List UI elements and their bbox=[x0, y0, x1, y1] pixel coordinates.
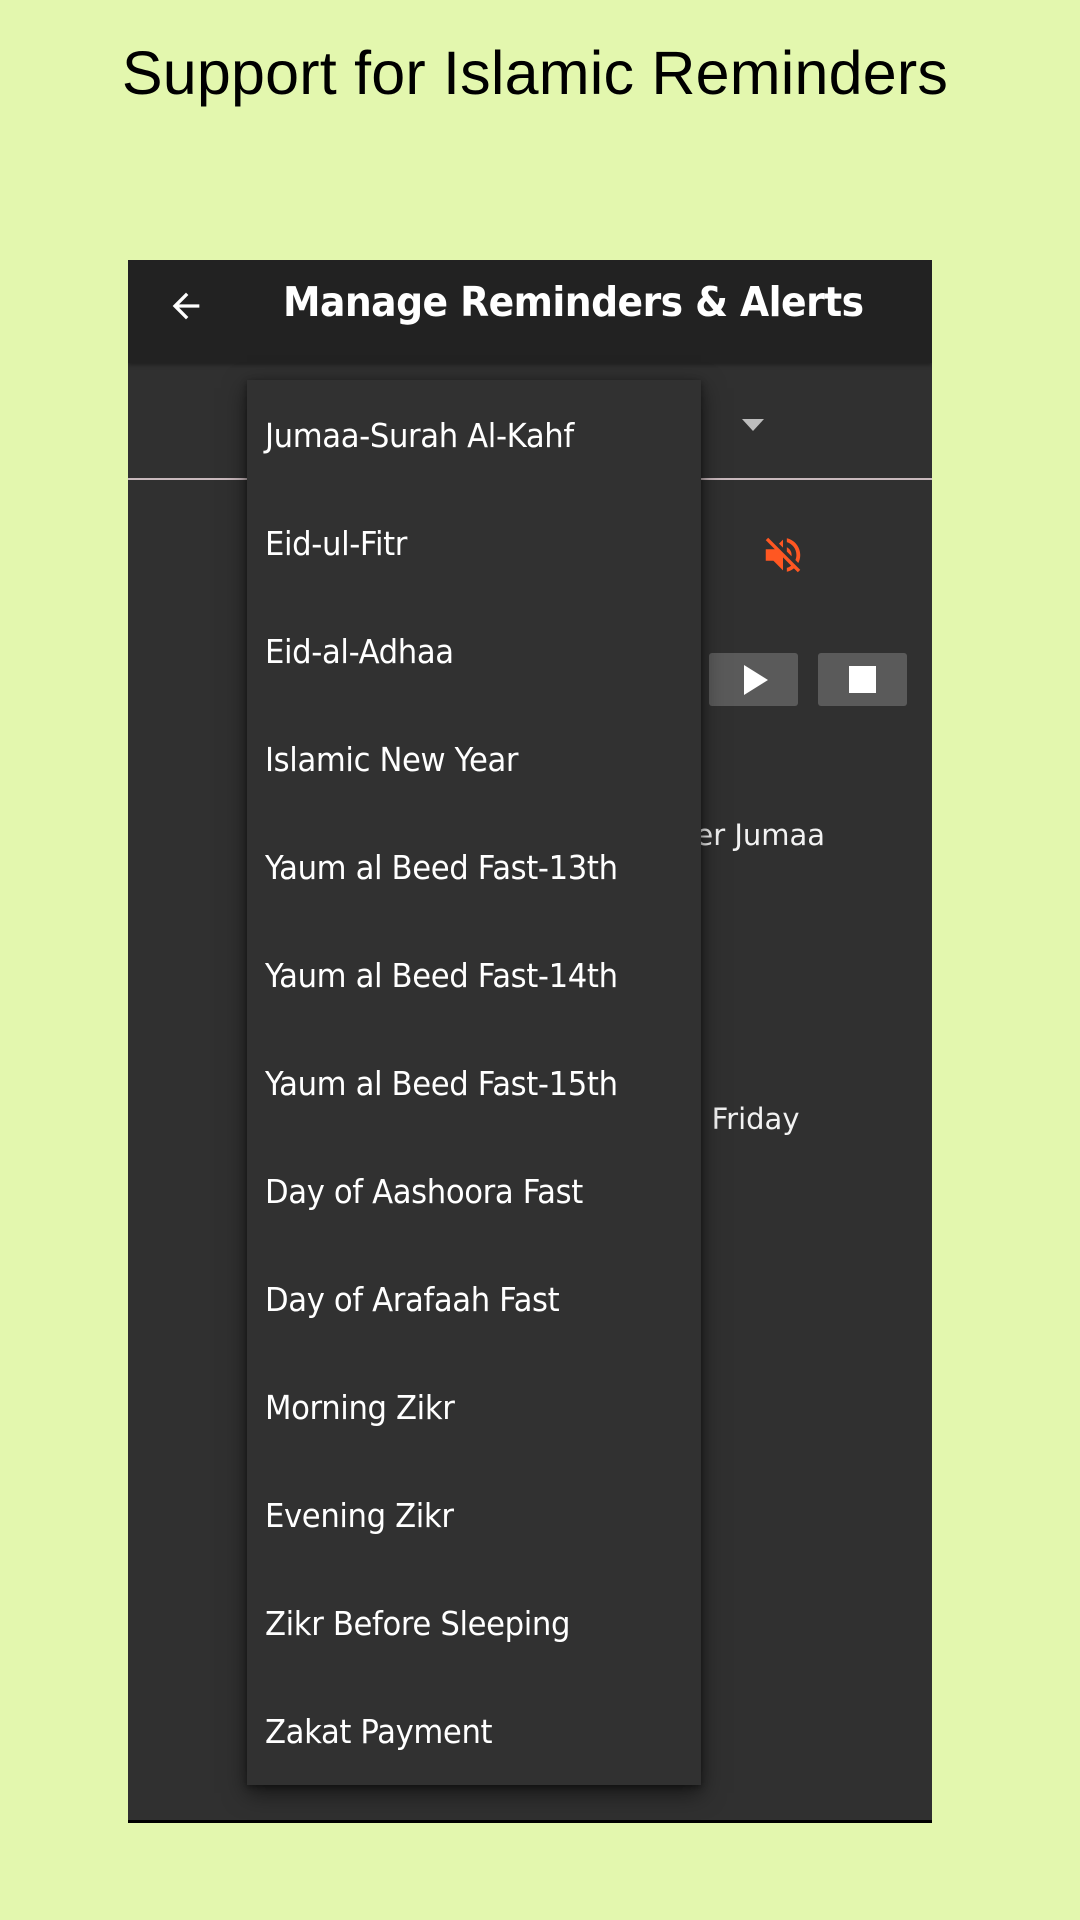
phone-screen: Manage Reminders & Alerts ter Jumaa n Fr… bbox=[128, 260, 932, 1823]
dropdown-item-label: Day of Arafaah Fast bbox=[265, 1279, 560, 1319]
dropdown-item-label: Jumaa-Surah Al-Kahf bbox=[265, 415, 574, 455]
dropdown-item-yaum-al-beed-15th[interactable]: Yaum al Beed Fast-15th bbox=[247, 1029, 701, 1137]
dropdown-item-label: Zikr Before Sleeping bbox=[265, 1603, 571, 1643]
volume-off-icon bbox=[765, 537, 801, 573]
reminder-type-dropdown-menu: Jumaa-Surah Al-Kahf Eid-ul-Fitr Eid-al-A… bbox=[247, 380, 701, 1785]
dropdown-item-label: Morning Zikr bbox=[265, 1387, 455, 1427]
dropdown-arrow-icon bbox=[742, 419, 764, 431]
dropdown-item-islamic-new-year[interactable]: Islamic New Year bbox=[247, 705, 701, 813]
dropdown-item-label: Eid-ul-Fitr bbox=[265, 523, 408, 563]
dropdown-item-eid-al-adhaa[interactable]: Eid-al-Adhaa bbox=[247, 597, 701, 705]
mute-toggle-button[interactable] bbox=[760, 532, 806, 578]
dropdown-item-yaum-al-beed-13th[interactable]: Yaum al Beed Fast-13th bbox=[247, 813, 701, 921]
dropdown-item-eid-ul-fitr[interactable]: Eid-ul-Fitr bbox=[247, 489, 701, 597]
dropdown-item-morning-zikr[interactable]: Morning Zikr bbox=[247, 1353, 701, 1461]
dropdown-item-label: Evening Zikr bbox=[265, 1495, 454, 1535]
reminder-schedule-partial: n Friday bbox=[684, 1102, 800, 1136]
back-button[interactable] bbox=[162, 282, 210, 330]
dropdown-item-label: Yaum al Beed Fast-15th bbox=[265, 1063, 618, 1103]
play-icon bbox=[743, 664, 768, 695]
dropdown-item-label: Yaum al Beed Fast-13th bbox=[265, 847, 618, 887]
dropdown-item-jumaa-surah-al-kahf[interactable]: Jumaa-Surah Al-Kahf bbox=[247, 381, 701, 489]
dropdown-item-zakat-payment[interactable]: Zakat Payment bbox=[247, 1677, 701, 1785]
arrow-left-icon bbox=[172, 292, 200, 320]
dropdown-item-day-of-arafaah-fast[interactable]: Day of Arafaah Fast bbox=[247, 1245, 701, 1353]
reminder-description-partial: ter Jumaa bbox=[684, 818, 826, 852]
dropdown-item-label: Islamic New Year bbox=[265, 739, 519, 779]
dropdown-item-zikr-before-sleeping[interactable]: Zikr Before Sleeping bbox=[247, 1569, 701, 1677]
play-button[interactable] bbox=[709, 653, 798, 706]
page-title: Manage Reminders & Alerts bbox=[283, 278, 864, 326]
dropdown-item-yaum-al-beed-14th[interactable]: Yaum al Beed Fast-14th bbox=[247, 921, 701, 1029]
dropdown-item-evening-zikr[interactable]: Evening Zikr bbox=[247, 1461, 701, 1569]
dropdown-item-label: Day of Aashoora Fast bbox=[265, 1171, 583, 1211]
dropdown-item-day-of-aashoora-fast[interactable]: Day of Aashoora Fast bbox=[247, 1137, 701, 1245]
dropdown-item-label: Zakat Payment bbox=[265, 1711, 493, 1751]
dropdown-item-label: Yaum al Beed Fast-14th bbox=[265, 955, 618, 995]
stop-icon bbox=[849, 666, 876, 693]
stop-button[interactable] bbox=[818, 653, 907, 706]
app-toolbar: Manage Reminders & Alerts bbox=[128, 260, 932, 363]
dropdown-item-label: Eid-al-Adhaa bbox=[265, 631, 454, 671]
promo-title: Support for Islamic Reminders bbox=[121, 39, 949, 107]
